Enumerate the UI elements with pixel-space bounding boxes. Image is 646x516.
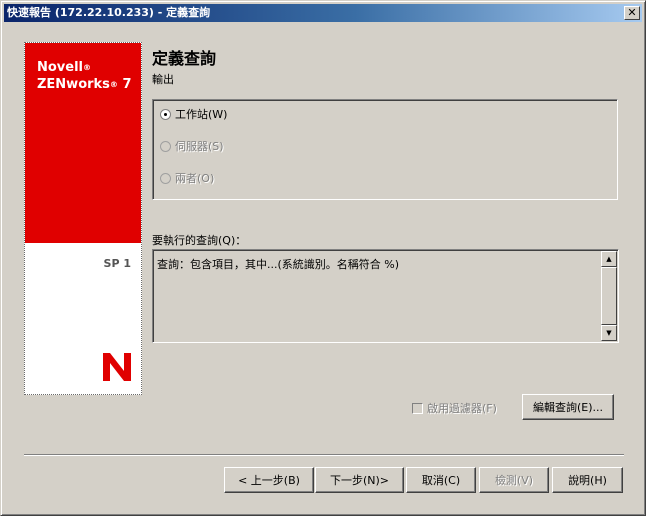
query-textarea[interactable]: 查詢：包含項目，其中...(系統識別。名稱符合 %) ▲ ▼ bbox=[152, 249, 619, 343]
cancel-button[interactable]: 取消(C) bbox=[406, 467, 476, 493]
page-title: 定義查詢 bbox=[152, 49, 217, 68]
back-button[interactable]: < 上一步(B) bbox=[224, 467, 314, 493]
radio-disabled-icon bbox=[160, 172, 171, 184]
brand-panel: Novell® ZENworks® 7 SP 1 bbox=[24, 42, 142, 395]
query-scrollbar[interactable]: ▲ ▼ bbox=[601, 251, 617, 341]
check-button: 檢測(V) bbox=[479, 467, 549, 493]
close-button[interactable]: ✕ bbox=[624, 6, 640, 20]
query-label: 要執行的查詢(Q)： bbox=[152, 234, 247, 247]
help-button[interactable]: 說明(H) bbox=[552, 467, 623, 493]
checkbox-icon bbox=[412, 402, 423, 414]
radio-disabled-icon bbox=[160, 140, 171, 152]
service-pack-label: SP 1 bbox=[103, 257, 131, 270]
next-button[interactable]: 下一步(N)> bbox=[315, 467, 404, 493]
dialog-window: 快速報告 (172.22.10.233) - 定義查詢 ✕ Novell® ZE… bbox=[0, 0, 646, 516]
enable-filter-checkbox: 啟用過濾器(F) bbox=[412, 400, 497, 416]
scroll-thumb[interactable] bbox=[601, 267, 617, 325]
radio-server: 伺服器(S) bbox=[160, 138, 224, 154]
radio-checked-icon[interactable] bbox=[160, 108, 171, 120]
brand-zenworks: ZENworks® 7 bbox=[37, 77, 132, 92]
separator bbox=[24, 454, 624, 456]
edit-query-button[interactable]: 編輯查詢(E)... bbox=[522, 394, 614, 420]
title-bar[interactable]: 快速報告 (172.22.10.233) - 定義查詢 ✕ bbox=[4, 4, 642, 22]
radio-both: 兩者(O) bbox=[160, 170, 214, 186]
window-title: 快速報告 (172.22.10.233) - 定義查詢 bbox=[7, 6, 211, 19]
page-subtitle: 輸出 bbox=[152, 73, 174, 86]
output-type-group: 工作站(W) 伺服器(S) 兩者(O) bbox=[152, 99, 618, 200]
query-text: 查詢：包含項目，其中...(系統識別。名稱符合 %) bbox=[157, 258, 400, 271]
scroll-down-icon[interactable]: ▼ bbox=[601, 325, 617, 341]
novell-n-logo-icon bbox=[103, 353, 131, 381]
brand-novell: Novell® bbox=[37, 60, 92, 75]
scroll-up-icon[interactable]: ▲ bbox=[601, 251, 617, 267]
close-icon: ✕ bbox=[627, 6, 637, 19]
radio-workstation[interactable]: 工作站(W) bbox=[160, 106, 227, 122]
